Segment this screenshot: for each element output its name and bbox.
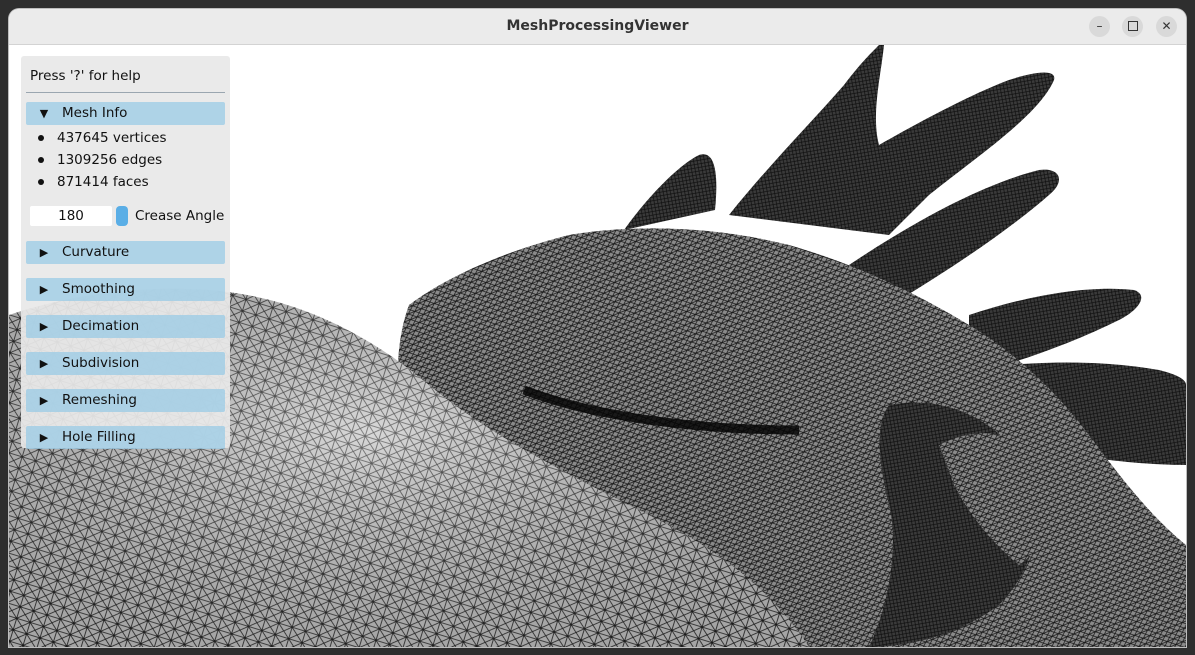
section-header-hole-filling[interactable]: ▶ Hole Filling	[26, 426, 225, 449]
crease-angle-slider-handle[interactable]	[116, 206, 128, 226]
bullet-icon	[38, 157, 44, 163]
maximize-icon	[1127, 20, 1138, 31]
close-button[interactable]: ✕	[1156, 16, 1177, 37]
triangle-right-icon: ▶	[39, 283, 49, 296]
close-icon: ✕	[1161, 19, 1172, 33]
minimize-button[interactable]: –	[1089, 16, 1110, 37]
triangle-right-icon: ▶	[39, 357, 49, 370]
triangle-right-icon: ▶	[39, 431, 49, 444]
application-window: MeshProcessingViewer – ✕ Press '?' for h…	[9, 9, 1186, 647]
triangle-right-icon: ▶	[39, 394, 49, 407]
section-header-mesh-info[interactable]: ▼ Mesh Info	[26, 102, 225, 125]
section-label: Mesh Info	[62, 105, 128, 121]
section-header-decimation[interactable]: ▶ Decimation	[26, 315, 225, 338]
section-label: Hole Filling	[62, 429, 136, 445]
vertex-count: 437645 vertices	[57, 130, 167, 146]
help-text: Press '?' for help	[30, 68, 141, 84]
bullet-icon	[38, 135, 44, 141]
window-title: MeshProcessingViewer	[506, 18, 689, 34]
edge-count: 1309256 edges	[57, 152, 163, 168]
section-header-curvature[interactable]: ▶ Curvature	[26, 241, 225, 264]
section-header-remeshing[interactable]: ▶ Remeshing	[26, 389, 225, 412]
face-count: 871414 faces	[57, 174, 149, 190]
mesh-spike	[624, 154, 717, 230]
section-label: Curvature	[62, 244, 130, 260]
maximize-button[interactable]	[1122, 16, 1143, 37]
section-header-subdivision[interactable]: ▶ Subdivision	[26, 352, 225, 375]
section-header-smoothing[interactable]: ▶ Smoothing	[26, 278, 225, 301]
triangle-right-icon: ▶	[39, 246, 49, 259]
section-label: Subdivision	[62, 355, 140, 371]
crease-angle-input[interactable]: 180	[30, 206, 112, 226]
section-label: Decimation	[62, 318, 140, 334]
control-panel: Press '?' for help ▼ Mesh Info 437645 ve…	[21, 56, 230, 449]
minimize-icon: –	[1096, 19, 1103, 33]
bullet-icon	[38, 179, 44, 185]
title-bar[interactable]: MeshProcessingViewer – ✕	[9, 9, 1186, 45]
section-label: Smoothing	[62, 281, 135, 297]
section-label: Remeshing	[62, 392, 138, 408]
panel-separator	[26, 92, 225, 93]
triangle-down-icon: ▼	[39, 107, 49, 120]
triangle-right-icon: ▶	[39, 320, 49, 333]
crease-angle-label: Crease Angle	[135, 208, 225, 224]
